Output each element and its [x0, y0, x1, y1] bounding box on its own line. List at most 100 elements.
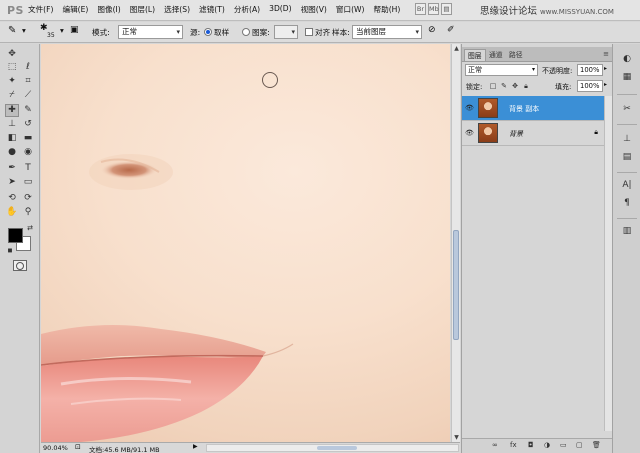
move-tool-icon[interactable]: ✥ — [5, 48, 19, 61]
eraser-tool-icon[interactable]: ◧ — [5, 132, 19, 145]
ruler-tool-icon[interactable]: ⟋ — [21, 89, 35, 102]
layer-row-background-copy[interactable]: 👁︎ 背景 副本 — [462, 96, 604, 121]
lock-image-icon[interactable]: ✎ — [500, 82, 508, 90]
tab-layers[interactable]: 图层 — [464, 49, 486, 61]
scroll-up-icon[interactable]: ▲ — [452, 44, 461, 53]
lock-all-icon[interactable]: 🔒︎ — [522, 82, 530, 90]
hand-tool-icon[interactable]: ✋ — [5, 206, 19, 219]
foreground-color-swatch[interactable] — [8, 228, 23, 243]
color-panel-icon[interactable]: ◐ — [619, 52, 635, 66]
tab-paths[interactable]: 路径 — [506, 49, 526, 61]
status-menu-icon[interactable]: ⊡ — [75, 443, 81, 451]
3d-orbit-tool-icon[interactable]: ⟳ — [21, 192, 35, 205]
lasso-tool-icon[interactable]: ℓ — [21, 61, 35, 74]
menu-items: 文件(F) 编辑(E) 图像(I) 图层(L) 选择(S) 滤镜(T) 分析(A… — [28, 4, 409, 15]
link-layers-icon[interactable]: ∞ — [492, 441, 498, 449]
opacity-dropdown-icon[interactable]: ▸ — [604, 65, 607, 72]
mode-select[interactable]: 正常 — [118, 25, 183, 39]
quick-mask-button[interactable] — [13, 260, 27, 271]
default-colors-icon[interactable]: ◼ — [3, 244, 17, 257]
menu-select[interactable]: 选择(S) — [164, 4, 190, 15]
3d-rotate-tool-icon[interactable]: ⟲ — [5, 192, 19, 205]
adjustment-layer-icon[interactable]: ◑ — [544, 441, 550, 449]
ignore-adjustment-icon[interactable]: ⊘ — [428, 25, 436, 35]
brush-tool-icon[interactable]: ✎ — [21, 104, 35, 117]
marquee-tool-icon[interactable]: ⬚ — [5, 61, 19, 74]
layer-style-icon[interactable]: fx — [510, 441, 517, 449]
brush-panel-icon[interactable]: ▤ — [619, 150, 635, 164]
menu-help[interactable]: 帮助(H) — [374, 4, 401, 15]
swap-colors-icon[interactable]: ⇄ — [23, 222, 37, 235]
pressure-icon[interactable]: ✐ — [447, 25, 455, 35]
quick-select-tool-icon[interactable]: ✦ — [5, 75, 19, 88]
menu-layer[interactable]: 图层(L) — [130, 4, 155, 15]
sample-select[interactable]: 当前图层 — [352, 25, 422, 39]
history-panel-icon[interactable]: ▥ — [619, 224, 635, 238]
eyedropper-tool-icon[interactable]: ⌿ — [5, 89, 19, 102]
opacity-input[interactable]: 100% — [577, 64, 603, 76]
dodge-tool-icon[interactable]: ◉ — [21, 146, 35, 159]
menu-filter[interactable]: 滤镜(T) — [199, 4, 225, 15]
pattern-picker[interactable] — [274, 25, 298, 39]
blend-mode-select[interactable]: 正常 — [465, 64, 538, 76]
clone-source-icon[interactable]: ⊥ — [619, 132, 635, 146]
eye-icon[interactable]: 👁︎ — [465, 104, 474, 112]
lock-transparent-icon[interactable]: □ — [489, 82, 497, 90]
type-tool-icon[interactable]: T — [21, 162, 35, 175]
menu-window[interactable]: 窗口(W) — [336, 4, 365, 15]
clone-stamp-tool-icon[interactable]: ✎ — [8, 25, 16, 36]
menu-3d[interactable]: 3D(D) — [269, 4, 291, 15]
layer-row-background[interactable]: 👁︎ 背景 🔒︎ — [462, 121, 604, 146]
canvas-horizontal-scrollbar[interactable] — [206, 444, 459, 452]
source-pattern-radio[interactable]: 图案: — [242, 27, 270, 38]
delete-layer-icon[interactable]: 🗑︎ — [592, 441, 601, 449]
aligned-checkbox[interactable]: 对齐 — [305, 27, 330, 38]
menu-file[interactable]: 文件(F) — [28, 4, 53, 15]
brush-dropdown-icon[interactable]: ▾ — [60, 26, 64, 35]
add-mask-icon[interactable]: ◘ — [528, 441, 534, 449]
gradient-tool-icon[interactable]: ▬ — [21, 132, 35, 145]
lock-position-icon[interactable]: ✥ — [511, 82, 519, 90]
new-group-icon[interactable]: ▭ — [560, 441, 567, 449]
fill-dropdown-icon[interactable]: ▸ — [604, 81, 607, 88]
menu-analysis[interactable]: 分析(A) — [234, 4, 260, 15]
canvas-vertical-scrollbar[interactable]: ▲ ▼ — [451, 44, 460, 442]
clone-stamp-tool-icon[interactable]: ⊥ — [5, 118, 19, 131]
blur-tool-icon[interactable]: ● — [5, 146, 19, 159]
crop-tool-icon[interactable]: ⌗ — [21, 75, 35, 88]
path-select-tool-icon[interactable]: ➤ — [5, 176, 19, 189]
arrange-icon[interactable]: ▤ — [441, 3, 452, 15]
horizontal-scroll-thumb[interactable] — [317, 446, 357, 450]
tool-preset-dropdown-icon[interactable]: ▾ — [22, 26, 26, 35]
tab-channels[interactable]: 通道 — [486, 49, 506, 61]
source-sampled-label: 取样 — [214, 28, 230, 37]
layer-name: 背景 — [509, 130, 523, 138]
shape-tool-icon[interactable]: ▭ — [21, 176, 35, 189]
zoom-tool-icon[interactable]: ⚲ — [21, 206, 35, 219]
bridge-icon[interactable]: Br — [415, 3, 426, 15]
healing-brush-tool-icon[interactable]: ✚ — [5, 104, 19, 117]
menu-image[interactable]: 图像(I) — [97, 4, 120, 15]
new-layer-icon[interactable]: ▢ — [576, 441, 583, 449]
layers-scrollbar[interactable] — [604, 96, 612, 431]
status-arrow-icon[interactable]: ▶ — [193, 443, 198, 450]
pen-tool-icon[interactable]: ✒ — [5, 162, 19, 175]
menu-edit[interactable]: 编辑(E) — [62, 4, 88, 15]
swatches-panel-icon[interactable]: ▦ — [619, 70, 635, 84]
tools-preset-icon[interactable]: ✂ — [619, 102, 635, 116]
eye-icon[interactable]: 👁︎ — [465, 129, 474, 137]
document-canvas[interactable] — [41, 44, 450, 442]
panel-menu-icon[interactable]: ≡ — [603, 50, 609, 58]
paragraph-panel-icon[interactable]: ¶ — [619, 196, 635, 210]
vertical-scroll-thumb[interactable] — [453, 230, 459, 340]
fill-input[interactable]: 100% — [577, 80, 603, 92]
scroll-down-icon[interactable]: ▼ — [452, 433, 461, 442]
history-brush-tool-icon[interactable]: ↺ — [21, 118, 35, 131]
dock-separator — [617, 94, 637, 95]
menu-view[interactable]: 视图(V) — [301, 4, 327, 15]
mini-bridge-icon[interactable]: Mb — [428, 3, 439, 15]
character-panel-icon[interactable]: A| — [619, 178, 635, 192]
source-sampled-radio[interactable]: 取样 — [204, 27, 229, 38]
brush-panel-icon[interactable]: ▣ — [70, 25, 79, 35]
zoom-level[interactable]: 90.04% — [43, 444, 68, 452]
